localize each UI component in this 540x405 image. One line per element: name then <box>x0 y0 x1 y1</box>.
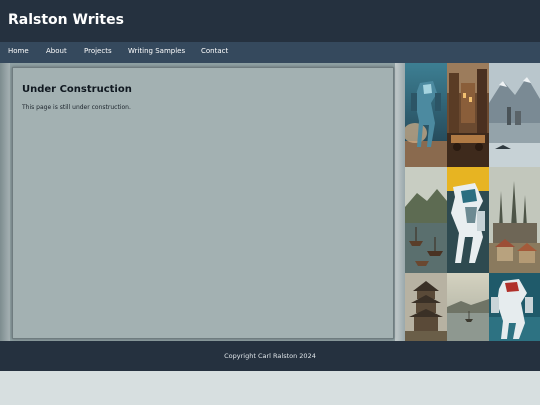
site-header: Ralston Writes <box>0 0 540 42</box>
nav-item-home[interactable]: Home <box>8 47 29 55</box>
robot-mech-small-image[interactable] <box>489 273 540 341</box>
page-heading: Under Construction <box>22 84 132 95</box>
nav-item-writing-samples[interactable]: Writing Samples <box>128 47 185 55</box>
nav-item-about[interactable]: About <box>46 47 67 55</box>
site-footer: Copyright Carl Ralston 2024 <box>0 341 540 371</box>
page-body-text: This page is still under construction. <box>22 104 131 111</box>
pagoda-tower-image[interactable] <box>405 273 447 341</box>
gothic-city-image[interactable] <box>489 167 540 273</box>
nav-item-projects[interactable]: Projects <box>84 47 112 55</box>
content-shadow-right <box>395 63 405 341</box>
steampunk-street-image[interactable] <box>447 63 489 167</box>
copyright-text: Copyright Carl Ralston 2024 <box>224 352 316 360</box>
coastal-sea-image[interactable] <box>447 273 489 341</box>
content-card: Under Construction This page is still un… <box>12 67 394 339</box>
content-shadow-left <box>0 63 10 341</box>
robot-mech-image[interactable] <box>405 63 447 167</box>
image-gallery <box>405 63 540 341</box>
nav-item-contact[interactable]: Contact <box>201 47 228 55</box>
robot-mech-yellow-image[interactable] <box>447 167 489 273</box>
main-nav: Home About Projects Writing Samples Cont… <box>0 42 540 63</box>
site-title[interactable]: Ralston Writes <box>8 12 124 28</box>
harbor-boats-image[interactable] <box>405 167 447 273</box>
mountain-castle-image[interactable] <box>489 63 540 167</box>
